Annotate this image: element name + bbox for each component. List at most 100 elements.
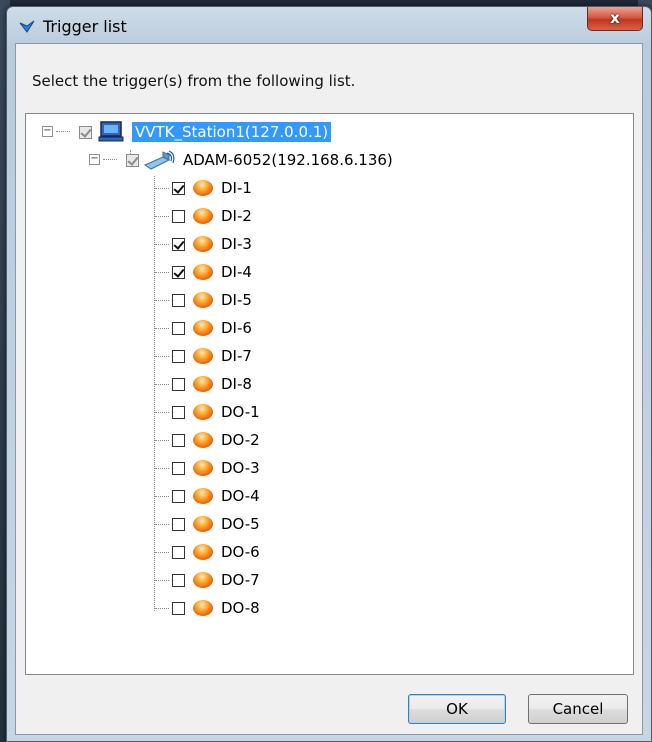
tree-node-channel[interactable]: DI-2 bbox=[172, 204, 252, 228]
tree-connector bbox=[155, 440, 169, 441]
tree-node-channel[interactable]: DO-6 bbox=[172, 540, 260, 564]
channel-checkbox[interactable] bbox=[172, 573, 185, 587]
tree-connector bbox=[155, 608, 169, 609]
tree-connector bbox=[155, 300, 169, 301]
device-checkbox[interactable] bbox=[126, 153, 139, 167]
close-button[interactable]: x bbox=[587, 7, 643, 31]
tree-connector bbox=[155, 496, 169, 497]
device-label: ADAM-6052(192.168.6.136) bbox=[183, 151, 393, 169]
channel-label: DO-7 bbox=[221, 571, 260, 589]
trigger-tree[interactable]: − VVTK_Station1(127.0.0.1) − ADAM-6052(1… bbox=[25, 113, 634, 675]
channel-checkbox[interactable] bbox=[172, 601, 185, 615]
channel-checkbox[interactable] bbox=[172, 265, 185, 279]
tree-connector bbox=[155, 580, 169, 581]
station-collapse-toggle[interactable]: − bbox=[42, 126, 53, 137]
tree-node-channel[interactable]: DI-4 bbox=[172, 260, 252, 284]
channel-label: DI-3 bbox=[221, 235, 252, 253]
channel-label: DI-2 bbox=[221, 207, 252, 225]
io-point-icon bbox=[193, 292, 213, 308]
channel-checkbox[interactable] bbox=[172, 349, 185, 363]
io-point-icon bbox=[193, 236, 213, 252]
trigger-list-dialog: Trigger list x Select the trigger(s) fro… bbox=[6, 6, 652, 742]
tree-connector bbox=[155, 468, 169, 469]
channel-checkbox[interactable] bbox=[172, 405, 185, 419]
io-point-icon bbox=[193, 572, 213, 588]
tree-node-station[interactable]: VVTK_Station1(127.0.0.1) bbox=[79, 120, 332, 144]
channel-label: DI-1 bbox=[221, 179, 252, 197]
cancel-button[interactable]: Cancel bbox=[528, 694, 628, 724]
io-point-icon bbox=[193, 600, 213, 616]
channel-label: DO-2 bbox=[221, 431, 260, 449]
station-checkbox[interactable] bbox=[79, 125, 92, 139]
channel-checkbox[interactable] bbox=[172, 181, 185, 195]
tree-node-device[interactable]: ADAM-6052(192.168.6.136) bbox=[126, 148, 393, 172]
tree-node-channel[interactable]: DO-1 bbox=[172, 400, 260, 424]
channel-checkbox[interactable] bbox=[172, 461, 185, 475]
station-label: VVTK_Station1(127.0.0.1) bbox=[132, 122, 332, 142]
io-point-icon bbox=[193, 404, 213, 420]
io-point-icon bbox=[193, 348, 213, 364]
channel-label: DO-4 bbox=[221, 487, 260, 505]
tree-node-channel[interactable]: DI-3 bbox=[172, 232, 252, 256]
title-bar[interactable]: Trigger list x bbox=[7, 7, 651, 43]
channel-checkbox[interactable] bbox=[172, 517, 185, 531]
device-collapse-toggle[interactable]: − bbox=[89, 154, 100, 165]
io-point-icon bbox=[193, 208, 213, 224]
channel-checkbox[interactable] bbox=[172, 545, 185, 559]
tree-node-channel[interactable]: DO-5 bbox=[172, 512, 260, 536]
channel-checkbox[interactable] bbox=[172, 377, 185, 391]
tree-node-channel[interactable]: DO-7 bbox=[172, 568, 260, 592]
io-point-icon bbox=[193, 376, 213, 392]
channel-checkbox[interactable] bbox=[172, 209, 185, 223]
io-point-icon bbox=[193, 264, 213, 280]
tree-node-channel[interactable]: DI-7 bbox=[172, 344, 252, 368]
tree-node-channel[interactable]: DO-2 bbox=[172, 428, 260, 452]
tree-connector bbox=[154, 176, 155, 611]
instruction-text: Select the trigger(s) from the following… bbox=[32, 72, 356, 90]
tree-connector bbox=[155, 412, 169, 413]
channel-label: DO-6 bbox=[221, 543, 260, 561]
window-title: Trigger list bbox=[43, 17, 127, 36]
tree-connector bbox=[155, 244, 169, 245]
tree-connector bbox=[155, 552, 169, 553]
channel-label: DI-8 bbox=[221, 375, 252, 393]
io-point-icon bbox=[193, 320, 213, 336]
io-point-icon bbox=[193, 544, 213, 560]
tree-node-channel[interactable]: DI-8 bbox=[172, 372, 252, 396]
tree-node-channel[interactable]: DO-4 bbox=[172, 484, 260, 508]
tree-connector bbox=[155, 188, 169, 189]
channel-label: DO-3 bbox=[221, 459, 260, 477]
tree-node-channel[interactable]: DI-6 bbox=[172, 316, 252, 340]
channel-checkbox[interactable] bbox=[172, 433, 185, 447]
io-point-icon bbox=[193, 488, 213, 504]
tree-connector bbox=[103, 159, 117, 160]
io-point-icon bbox=[193, 460, 213, 476]
tree-node-channel[interactable]: DI-1 bbox=[172, 176, 252, 200]
tree-connector bbox=[155, 328, 169, 329]
channel-label: DO-1 bbox=[221, 403, 260, 421]
channel-checkbox[interactable] bbox=[172, 237, 185, 251]
tree-node-channel[interactable]: DO-3 bbox=[172, 456, 260, 480]
dialog-body: Select the trigger(s) from the following… bbox=[15, 43, 643, 735]
tree-connector bbox=[155, 272, 169, 273]
tree-connector bbox=[155, 216, 169, 217]
channel-checkbox[interactable] bbox=[172, 293, 185, 307]
channel-label: DO-5 bbox=[221, 515, 260, 533]
app-check-icon bbox=[19, 20, 35, 33]
tree-node-channel[interactable]: DI-5 bbox=[172, 288, 252, 312]
channel-label: DI-4 bbox=[221, 263, 252, 281]
channel-label: DO-8 bbox=[221, 599, 260, 617]
tree-connector bbox=[155, 384, 169, 385]
channel-label: DI-7 bbox=[221, 347, 252, 365]
tree-connector bbox=[155, 524, 169, 525]
ok-button[interactable]: OK bbox=[408, 694, 506, 724]
channel-checkbox[interactable] bbox=[172, 489, 185, 503]
channel-label: DI-5 bbox=[221, 291, 252, 309]
io-point-icon bbox=[193, 180, 213, 196]
computer-icon bbox=[98, 121, 124, 142]
network-device-icon bbox=[143, 150, 175, 170]
io-point-icon bbox=[193, 516, 213, 532]
channel-checkbox[interactable] bbox=[172, 321, 185, 335]
tree-node-channel[interactable]: DO-8 bbox=[172, 596, 260, 620]
io-point-icon bbox=[193, 432, 213, 448]
